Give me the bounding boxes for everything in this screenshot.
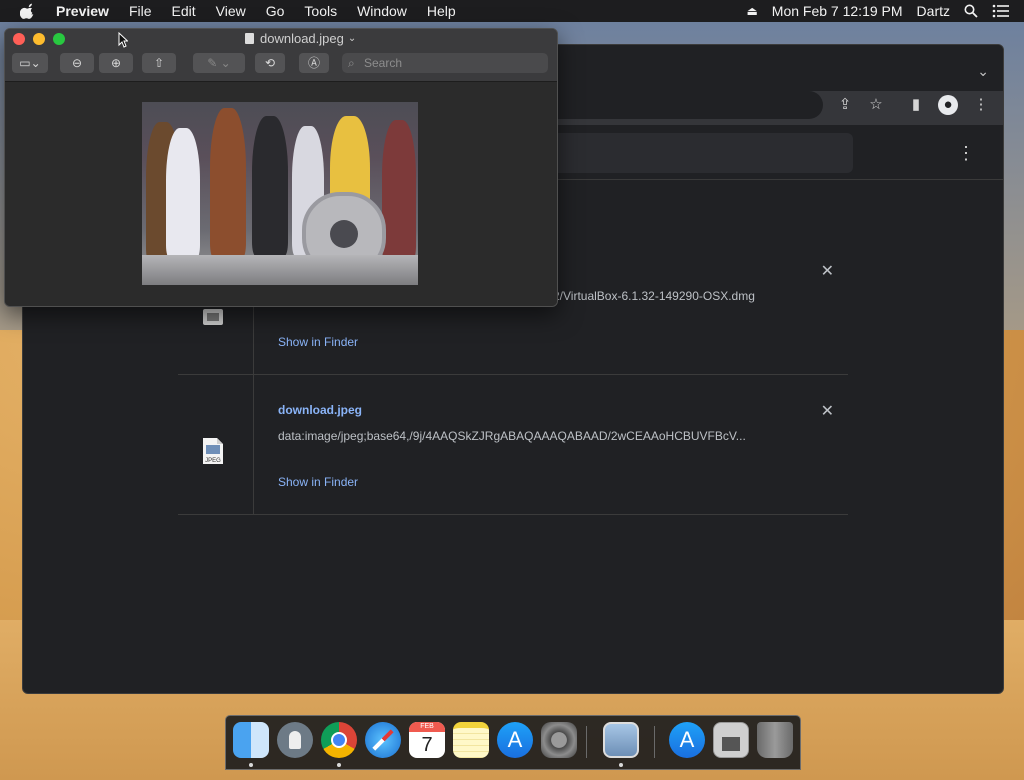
title-chevron-down-icon[interactable]: ⌄ bbox=[348, 33, 356, 44]
tab-search-chevron-icon[interactable]: ⌄ bbox=[977, 63, 989, 80]
preview-icon[interactable] bbox=[603, 722, 639, 758]
dmg-file-icon bbox=[203, 309, 223, 325]
trash-icon[interactable] bbox=[757, 722, 793, 758]
window-title-text: download.jpeg bbox=[260, 31, 344, 46]
safari-icon[interactable] bbox=[365, 722, 401, 758]
sidebar-toggle-button[interactable]: ▭⌄ bbox=[12, 53, 48, 73]
calendar-day: 7 bbox=[421, 734, 433, 756]
menu-window[interactable]: Window bbox=[347, 0, 417, 22]
app-store-icon[interactable]: A bbox=[669, 722, 705, 758]
menu-bar: Preview File Edit View Go Tools Window H… bbox=[0, 0, 1024, 22]
rotate-button[interactable]: ⟲ bbox=[255, 53, 285, 73]
dock: FEB 7 A A bbox=[225, 715, 801, 770]
jpeg-icon-label: JPEG bbox=[205, 458, 221, 464]
remove-download-close-icon[interactable]: ✕ bbox=[821, 261, 834, 281]
app-store-icon[interactable]: A bbox=[497, 722, 533, 758]
download-item-jpeg: JPEG download.jpeg data:image/jpeg;base6… bbox=[178, 375, 848, 515]
search-icon: ⌕ bbox=[348, 56, 355, 70]
menu-view[interactable]: View bbox=[206, 0, 256, 22]
menu-edit[interactable]: Edit bbox=[162, 0, 206, 22]
window-title[interactable]: download.jpeg ⌄ bbox=[245, 31, 356, 46]
calendar-month: FEB bbox=[409, 722, 445, 732]
notes-icon[interactable] bbox=[453, 722, 489, 758]
downloads-more-actions-icon[interactable]: ⋮ bbox=[957, 143, 975, 164]
chrome-icon[interactable] bbox=[321, 722, 357, 758]
jpeg-file-icon: JPEG bbox=[203, 438, 223, 464]
launchpad-icon[interactable] bbox=[277, 722, 313, 758]
eject-icon[interactable]: ⏏ bbox=[746, 4, 757, 18]
zoom-in-button[interactable]: ⊕ bbox=[99, 53, 133, 73]
menu-help[interactable]: Help bbox=[417, 0, 466, 22]
remove-download-close-icon[interactable]: ✕ bbox=[821, 401, 834, 421]
running-indicator bbox=[249, 763, 253, 767]
system-preferences-icon[interactable] bbox=[541, 722, 577, 758]
preview-titlebar[interactable]: download.jpeg ⌄ ▭⌄ ⊖ ⊕ ⇧ ✎ ⌄ ⟲ Ⓐ ⌕ Searc… bbox=[5, 29, 557, 82]
side-panel-icon[interactable]: ▮ bbox=[906, 95, 926, 115]
show-in-finder-link[interactable]: Show in Finder bbox=[278, 475, 358, 489]
search-placeholder: Search bbox=[364, 56, 403, 70]
download-filename[interactable]: download.jpeg bbox=[278, 403, 362, 417]
image-viewer bbox=[5, 82, 557, 306]
apple-menu-icon[interactable] bbox=[20, 3, 36, 19]
profile-avatar-icon[interactable]: ● bbox=[938, 95, 958, 115]
markup-toolbar-button[interactable]: Ⓐ bbox=[299, 53, 329, 73]
photo-figure bbox=[382, 120, 416, 260]
control-center-icon[interactable] bbox=[992, 4, 1010, 18]
menu-file[interactable]: File bbox=[119, 0, 162, 22]
download-source-url: 2/VirtualBox-6.1.32-149290-OSX.dmg bbox=[553, 289, 755, 303]
menu-tools[interactable]: Tools bbox=[294, 0, 347, 22]
markup-highlight-button[interactable]: ✎ ⌄ bbox=[193, 53, 245, 73]
share-button[interactable]: ⇧ bbox=[142, 53, 176, 73]
spotlight-search-icon[interactable] bbox=[964, 4, 978, 18]
dock-separator bbox=[654, 726, 655, 758]
download-icon-column: JPEG bbox=[178, 375, 254, 515]
photo-figure bbox=[210, 108, 246, 258]
photo-figure bbox=[166, 128, 200, 258]
divider bbox=[178, 514, 848, 515]
show-in-finder-link[interactable]: Show in Finder bbox=[278, 335, 358, 349]
zoom-window-button[interactable] bbox=[53, 33, 65, 45]
menubar-clock[interactable]: Mon Feb 7 12:19 PM bbox=[772, 3, 903, 19]
menu-app-preview[interactable]: Preview bbox=[48, 0, 119, 22]
photo-floor bbox=[142, 255, 418, 285]
finder-icon[interactable] bbox=[233, 722, 269, 758]
preview-search-field[interactable]: ⌕ Search bbox=[342, 53, 548, 73]
menu-go[interactable]: Go bbox=[256, 0, 295, 22]
zoom-out-button[interactable]: ⊖ bbox=[60, 53, 94, 73]
calendar-icon[interactable]: FEB 7 bbox=[409, 722, 445, 758]
running-indicator bbox=[619, 763, 623, 767]
dock-separator bbox=[586, 726, 587, 758]
share-icon[interactable]: ⇪ bbox=[835, 95, 855, 115]
document-icon bbox=[245, 33, 254, 44]
download-source-url: data:image/jpeg;base64,/9j/4AAQSkZJRgABA… bbox=[278, 429, 746, 443]
menubar-user[interactable]: Dartz bbox=[917, 3, 950, 19]
running-indicator bbox=[337, 763, 341, 767]
documents-folder-icon[interactable] bbox=[713, 722, 749, 758]
minimize-window-button[interactable] bbox=[33, 33, 45, 45]
chrome-menu-kebab-icon[interactable]: ⋮ bbox=[971, 95, 991, 115]
photo-figure bbox=[252, 116, 288, 256]
mouse-cursor-icon bbox=[118, 32, 128, 48]
preview-window: download.jpeg ⌄ ▭⌄ ⊖ ⊕ ⇧ ✎ ⌄ ⟲ Ⓐ ⌕ Searc… bbox=[4, 28, 558, 307]
bookmark-star-icon[interactable]: ☆ bbox=[866, 95, 886, 115]
close-window-button[interactable] bbox=[13, 33, 25, 45]
displayed-photo[interactable] bbox=[142, 102, 418, 285]
